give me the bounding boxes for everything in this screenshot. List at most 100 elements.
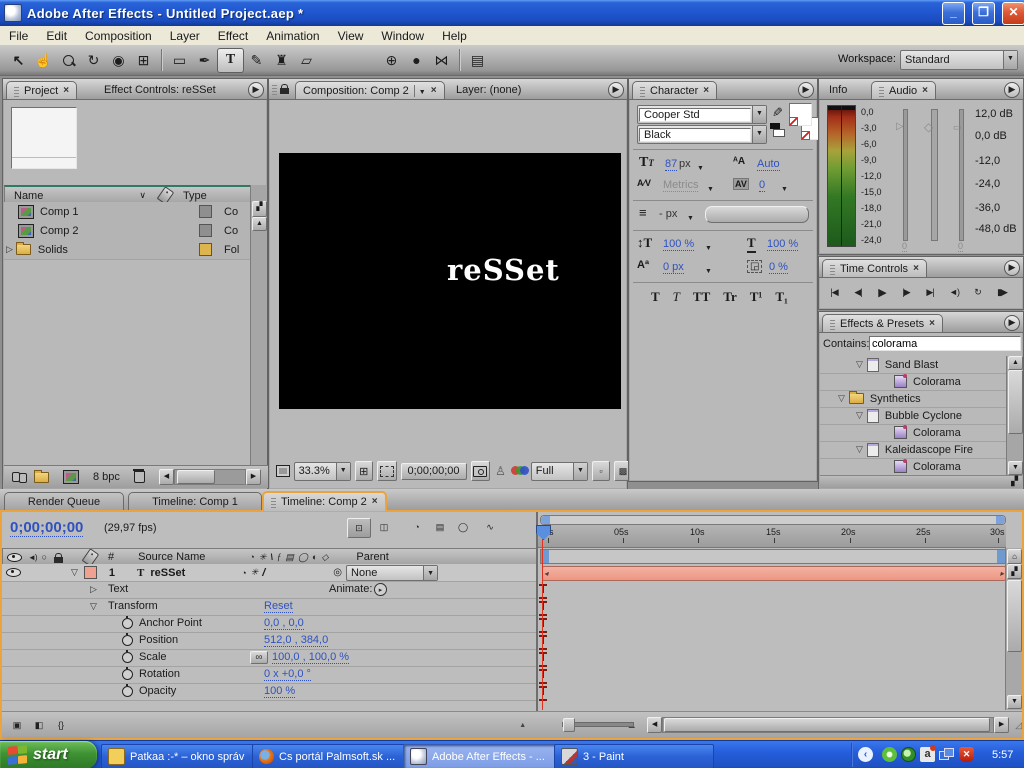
rotation-row[interactable]: Rotation 0 x +0,0 °: [2, 666, 536, 684]
layer-eye-icon[interactable]: [6, 568, 21, 577]
property-value[interactable]: 0 x +0,0 °: [264, 668, 311, 681]
resize-grip-icon[interactable]: ◿: [1015, 720, 1022, 731]
tree-item-label[interactable]: Bubble Cyclone: [885, 410, 962, 422]
work-area-bar[interactable]: [540, 549, 1006, 564]
twirl-closed-icon[interactable]: ▷: [90, 584, 97, 595]
label-color-swatch[interactable]: [199, 243, 212, 256]
scroll-right-icon[interactable]: ▶: [994, 717, 1009, 733]
restore-button[interactable]: ❐: [972, 2, 995, 25]
tree-row-synthetics[interactable]: ▽ Synthetics: [820, 390, 1006, 408]
font-style-dropdown[interactable]: Black: [637, 125, 767, 144]
close-icon[interactable]: ×: [922, 86, 928, 96]
leading-value[interactable]: Auto: [757, 158, 780, 171]
cube-3d-icon[interactable]: ◇: [321, 552, 328, 563]
expand-render-time-icon[interactable]: ◧: [28, 716, 50, 734]
transform-group-row[interactable]: ▽ Transform Reset: [2, 598, 536, 616]
taskbar-item-firefox[interactable]: Cs portál Palmsoft.sk ...: [252, 744, 412, 768]
tree-item-label[interactable]: Sand Blast: [885, 359, 938, 371]
effects-icon[interactable]: ƒ: [277, 552, 282, 562]
new-folder-icon[interactable]: [34, 472, 49, 483]
twirl-open-icon[interactable]: ▽: [838, 393, 845, 404]
chevron-down-icon[interactable]: [336, 463, 350, 480]
scroll-up-icon[interactable]: ▲: [252, 217, 267, 231]
tray-clock[interactable]: 5:57: [992, 749, 1013, 761]
panel-list-icon[interactable]: ▤: [465, 49, 490, 72]
property-label[interactable]: Scale: [139, 651, 167, 663]
text-tool[interactable]: T: [217, 48, 244, 73]
trash-icon[interactable]: [134, 471, 145, 483]
parent-dropdown[interactable]: None: [346, 565, 438, 581]
camera-tool[interactable]: ◉: [106, 49, 131, 72]
kerning-chevron-icon[interactable]: [707, 182, 714, 194]
tree-item-label[interactable]: Kaleidascope Fire: [885, 444, 973, 456]
scroll-down-icon[interactable]: ▼: [1007, 695, 1022, 709]
region-of-interest-icon[interactable]: [377, 461, 397, 481]
label-color-swatch[interactable]: [199, 205, 212, 218]
frame-blend-col-icon[interactable]: ▤: [285, 552, 294, 563]
menu-view[interactable]: View: [329, 27, 373, 45]
magnification-dropdown[interactable]: 33.3%: [294, 462, 351, 481]
project-row-solids[interactable]: ▷ Solids Fol: [4, 240, 250, 260]
vertical-scale-value[interactable]: 100 %: [663, 238, 694, 251]
preview-timecode-button[interactable]: 0;00;00;00: [401, 463, 467, 480]
right-slider-handle[interactable]: ▭: [953, 122, 962, 133]
stroke-style-dropdown[interactable]: [705, 206, 809, 223]
previous-frame-button[interactable]: ◀|: [847, 283, 869, 301]
scroll-right-icon[interactable]: ▶: [246, 469, 261, 485]
twirl-open-icon[interactable]: ▽: [90, 601, 97, 612]
left-slider-handle[interactable]: ▷: [896, 121, 904, 132]
twirl-open-icon[interactable]: ▽: [856, 410, 863, 421]
messenger-status-icon[interactable]: [901, 747, 916, 762]
panel-menu-icon[interactable]: ▶: [1004, 315, 1020, 331]
chevron-down-icon[interactable]: [752, 126, 766, 143]
group-label[interactable]: Text: [108, 583, 128, 595]
panel-menu-icon[interactable]: ▶: [608, 82, 624, 98]
effects-vscrollbar[interactable]: ▲ ▼: [1006, 356, 1022, 475]
fill-color-swatch[interactable]: [789, 103, 812, 126]
rotate-tool[interactable]: ↻: [81, 49, 106, 72]
layer-row[interactable]: ▽ 1 T reSSet ◔✳/ ◎ None: [2, 564, 536, 582]
time-navigator-bar[interactable]: [540, 515, 1006, 525]
pen-tool[interactable]: ✒: [192, 49, 217, 72]
security-shield-icon[interactable]: ✕: [959, 747, 974, 762]
close-icon[interactable]: ×: [703, 86, 709, 96]
close-button[interactable]: ✕: [1002, 2, 1024, 25]
layer-quality-icon[interactable]: /: [262, 567, 265, 579]
solo-column-icon[interactable]: [42, 551, 47, 563]
baseline-shift-chevron-icon[interactable]: [705, 264, 712, 276]
subscript-button[interactable]: T₁: [775, 289, 788, 305]
close-icon[interactable]: ×: [372, 497, 378, 507]
left-slider-value[interactable]: 0: [902, 241, 907, 252]
project-row-comp1[interactable]: Comp 1 Co: [4, 202, 250, 222]
lock-icon[interactable]: [280, 88, 289, 94]
minimize-button[interactable]: _: [942, 2, 965, 25]
property-value[interactable]: 0,0 , 0,0: [264, 617, 304, 630]
start-button[interactable]: start: [0, 741, 97, 768]
panel-menu-icon[interactable]: ▶: [1004, 82, 1020, 98]
menu-layer[interactable]: Layer: [161, 27, 209, 45]
workspace-dropdown[interactable]: Standard: [900, 50, 1018, 70]
stopwatch-icon[interactable]: [122, 618, 133, 629]
chevron-down-icon[interactable]: [752, 106, 766, 123]
comp-marker-icon[interactable]: ⌂: [1007, 549, 1022, 564]
move-axis-tool[interactable]: ⊕: [379, 49, 404, 72]
scroll-left-icon[interactable]: ◀: [159, 469, 174, 485]
bit-depth-button[interactable]: 8 bpc: [93, 471, 120, 483]
tab-timeline-comp2[interactable]: Timeline: Comp 2 ×: [262, 491, 387, 511]
layer-color-swatch[interactable]: [84, 566, 97, 579]
sort-chevron-icon[interactable]: ∨: [139, 190, 146, 201]
scrollbar-thumb[interactable]: [1007, 580, 1022, 652]
motion-blur-col-icon[interactable]: ◯: [298, 552, 308, 563]
default-fill-stroke-icon[interactable]: [770, 123, 784, 137]
tab-layer-none[interactable]: Layer: (none): [449, 81, 528, 98]
menu-effect[interactable]: Effect: [209, 27, 257, 45]
font-size-value[interactable]: 87: [665, 158, 677, 171]
stroke-width-chevron-icon[interactable]: [687, 211, 694, 223]
clone-stamp-tool[interactable]: ♜: [269, 49, 294, 72]
audio-column-icon[interactable]: [28, 551, 37, 563]
frame-blend-icon[interactable]: ▤: [429, 518, 451, 536]
property-label[interactable]: Rotation: [139, 668, 180, 680]
hand-tool[interactable]: ☝: [31, 49, 56, 72]
menu-edit[interactable]: Edit: [37, 27, 76, 45]
adjustment-icon[interactable]: ◐: [312, 552, 317, 562]
